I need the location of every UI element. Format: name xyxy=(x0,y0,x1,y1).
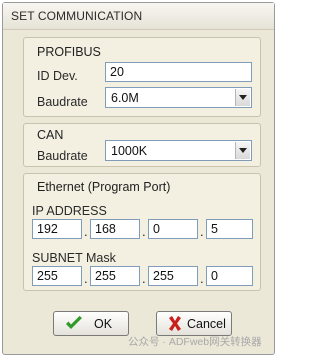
ethernet-group: Ethernet (Program Port) IP ADDRESS 192 .… xyxy=(23,173,261,291)
subnet-separator: . xyxy=(142,271,146,286)
cancel-button-label: Cancel xyxy=(187,317,226,331)
profibus-group: PROFIBUS ID Dev. 20 Baudrate 6.0M xyxy=(23,37,261,117)
can-group-title: CAN xyxy=(37,128,64,142)
window-title: SET COMMUNICATION xyxy=(11,9,143,23)
id-dev-label: ID Dev. xyxy=(37,69,78,83)
profibus-baudrate-select[interactable]: 6.0M xyxy=(105,87,252,108)
can-group: CAN Baudrate 1000K xyxy=(23,123,261,167)
cancel-button[interactable]: Cancel xyxy=(156,311,232,336)
subnet-octet-3-input[interactable]: 255 xyxy=(148,266,198,286)
profibus-group-title: PROFIBUS xyxy=(37,45,101,59)
ip-separator: . xyxy=(84,224,88,239)
x-icon xyxy=(168,316,182,334)
ip-separator: . xyxy=(142,224,146,239)
title-bar[interactable]: SET COMMUNICATION xyxy=(3,3,274,30)
set-communication-dialog: SET COMMUNICATION PROFIBUS ID Dev. 20 Ba… xyxy=(2,2,275,355)
can-baudrate-value: 1000K xyxy=(111,144,148,158)
ip-octet-2-input[interactable]: 168 xyxy=(90,219,140,239)
ok-button-label: OK xyxy=(94,317,113,331)
chevron-down-icon[interactable] xyxy=(235,89,250,106)
ethernet-group-title: Ethernet (Program Port) xyxy=(37,180,171,194)
ip-octet-3-input[interactable]: 0 xyxy=(148,219,198,239)
profibus-baudrate-label: Baudrate xyxy=(37,95,88,109)
subnet-octet-2-input[interactable]: 255 xyxy=(90,266,140,286)
can-baudrate-select[interactable]: 1000K xyxy=(105,140,252,161)
subnet-separator: . xyxy=(200,271,204,286)
subnet-mask-label: SUBNET Mask xyxy=(32,251,116,265)
subnet-separator: . xyxy=(84,271,88,286)
ip-octet-4-input[interactable]: 5 xyxy=(206,219,253,239)
subnet-octet-1-input[interactable]: 255 xyxy=(32,266,82,286)
can-baudrate-label: Baudrate xyxy=(37,149,88,163)
ip-separator: . xyxy=(200,224,204,239)
subnet-octet-4-input[interactable]: 0 xyxy=(206,266,253,286)
ip-address-label: IP ADDRESS xyxy=(32,204,107,218)
checkmark-icon xyxy=(65,316,83,334)
ok-button[interactable]: OK xyxy=(53,311,129,336)
id-dev-input[interactable]: 20 xyxy=(105,62,252,82)
chevron-down-icon[interactable] xyxy=(235,142,250,159)
watermark-text: 公众号 · ADFweb网关转换器 xyxy=(128,336,262,348)
profibus-baudrate-value: 6.0M xyxy=(111,91,139,105)
ip-octet-1-input[interactable]: 192 xyxy=(32,219,82,239)
